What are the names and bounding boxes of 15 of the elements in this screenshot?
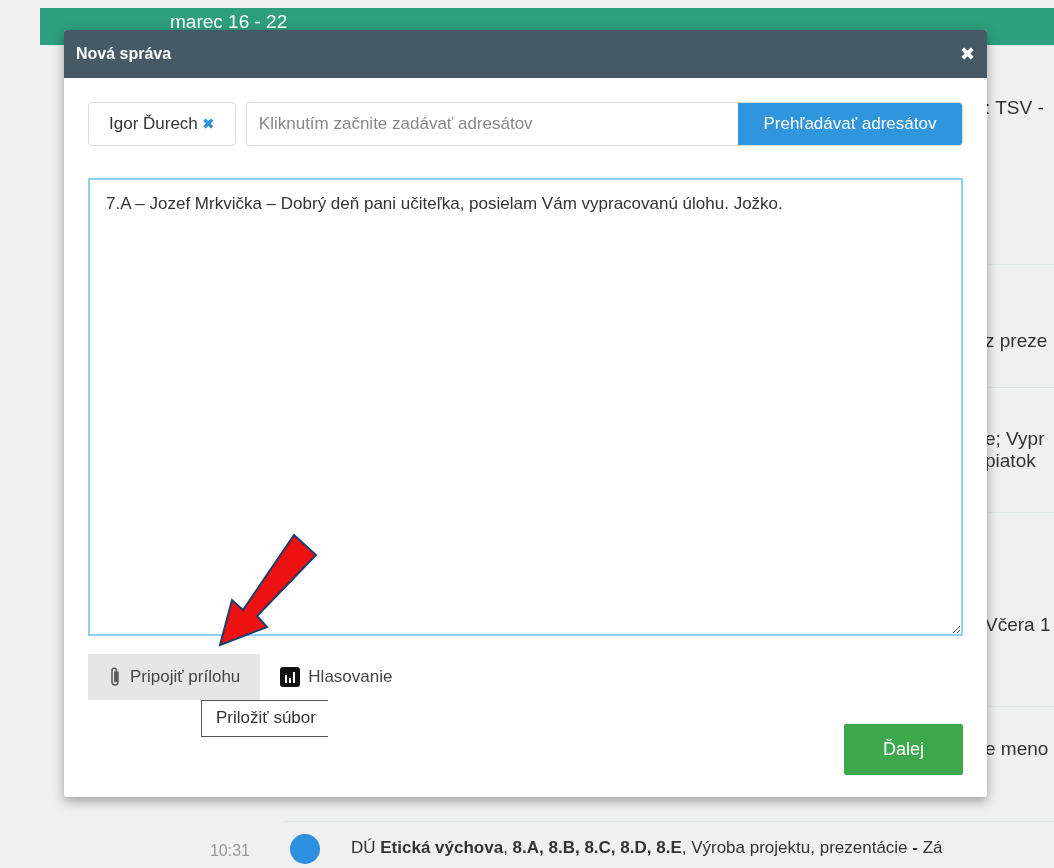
- week-range: marec 16 - 22: [169, 11, 288, 34]
- message-field[interactable]: 7.A – Jozef Mrkvička – Dobrý deň pani učiteľka, posielam Vám vypracovanú úlohu. Jožko.: [88, 178, 963, 636]
- poll-button[interactable]: Hlasovanie: [260, 654, 413, 700]
- close-button[interactable]: ✖: [960, 43, 975, 65]
- avatar-icon: [290, 834, 320, 864]
- tooltip: Priložiť súbor: [201, 700, 328, 737]
- message-snippet: DÚ Etická výchova, 8.A, 8.B, 8.C, 8.D, 8.E, Výroba projektu, prezentácie - Zá: [351, 838, 943, 858]
- message-snippet: : TSV -: [985, 97, 1045, 119]
- recipient-name: Igor Ďurech: [109, 114, 198, 134]
- dialog-title: Nová správa: [76, 45, 172, 63]
- message-snippet: Včera 1: [985, 613, 1052, 636]
- message-time: 10:31: [208, 842, 250, 860]
- attach-button[interactable]: Pripojiť prílohu: [88, 654, 261, 700]
- paperclip-icon: [108, 666, 122, 688]
- bar-chart-icon: [280, 667, 301, 687]
